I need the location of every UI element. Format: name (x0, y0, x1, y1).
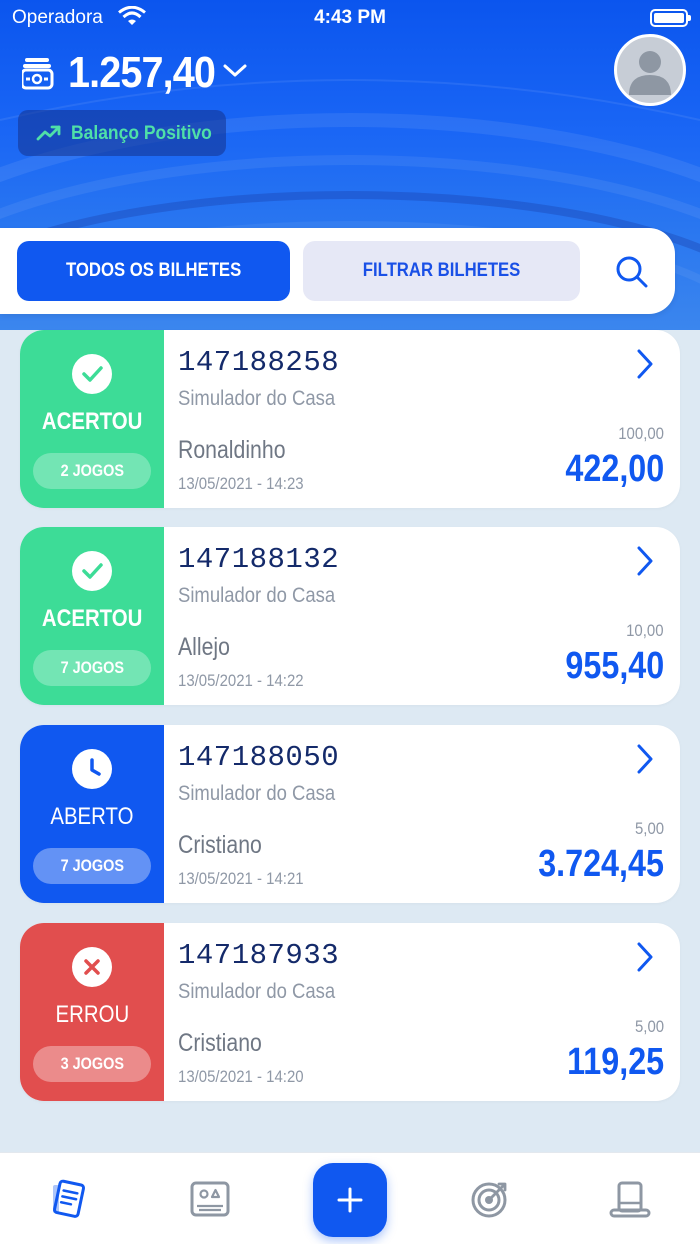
ticket-stake: 10,00 (626, 621, 664, 640)
ticket-id: 147188050 (178, 741, 340, 774)
check-icon (72, 354, 112, 394)
chevron-down-icon[interactable] (222, 62, 248, 80)
chevron-right-icon[interactable] (634, 348, 656, 380)
ticket-name: Cristiano (178, 831, 262, 859)
ticket-id: 147187933 (178, 939, 340, 972)
close-icon (72, 947, 112, 987)
ticket-date: 13/05/2021 - 14:20 (178, 1067, 304, 1086)
ticket-card[interactable]: ACERTOU 7 JOGOS 147188132 Simulador do C… (20, 527, 680, 705)
ticket-source: Simulador do Casa (178, 387, 336, 410)
ticket-status: ACERTOU (41, 408, 143, 435)
wallet-icon (22, 58, 54, 90)
chevron-right-icon[interactable] (634, 545, 656, 577)
games-count-badge: 3 JOGOS (33, 1046, 151, 1082)
ticket-source: Simulador do Casa (178, 584, 336, 607)
tickets-filter-bar: TODOS OS BILHETES FILTRAR BILHETES (0, 228, 675, 314)
ticket-return: 119,25 (566, 1041, 664, 1083)
add-icon (337, 1187, 363, 1213)
ticket-card[interactable]: ACERTOU 2 JOGOS 147188258 Simulador do C… (20, 330, 680, 508)
ticket-id: 147188132 (178, 543, 340, 576)
ticket-stake: 5,00 (634, 1017, 664, 1036)
target-icon[interactable] (468, 1177, 512, 1221)
tab-all-tickets[interactable]: TODOS OS BILHETES (17, 241, 290, 301)
clock-icon (72, 749, 112, 789)
ticket-return: 955,40 (565, 645, 664, 687)
ticket-card[interactable]: ERROU 3 JOGOS 147187933 Simulador do Cas… (20, 923, 680, 1101)
status-bar: Operadora 4:43 PM (0, 0, 700, 36)
avatar[interactable] (614, 34, 686, 106)
add-ticket-button[interactable] (313, 1163, 387, 1237)
game-card-icon[interactable] (188, 1177, 232, 1221)
ticket-status: ERROU (55, 1001, 129, 1028)
chevron-right-icon[interactable] (634, 941, 656, 973)
ticket-id: 147188258 (178, 346, 340, 379)
ticket-name: Ronaldinho (178, 436, 286, 464)
ticket-status-panel: ERROU 3 JOGOS (20, 923, 164, 1101)
tab-filter-tickets-label: FILTRAR BILHETES (362, 260, 521, 281)
ticket-return: 3.724,45 (538, 843, 664, 885)
battery-icon (650, 9, 691, 27)
trending-up-icon (36, 125, 61, 141)
ticket-source: Simulador do Casa (178, 782, 336, 805)
ticket-return: 422,00 (565, 448, 664, 490)
ticket-date: 13/05/2021 - 14:22 (178, 671, 304, 690)
ticket-status-panel: ABERTO 7 JOGOS (20, 725, 164, 903)
games-count-badge: 7 JOGOS (33, 650, 151, 686)
ticket-status: ABERTO (50, 803, 134, 830)
ticket-name: Allejo (178, 633, 230, 661)
check-icon (72, 551, 112, 591)
search-icon[interactable] (612, 252, 652, 292)
tab-all-tickets-label: TODOS OS BILHETES (65, 260, 242, 281)
ticket-name: Cristiano (178, 1029, 262, 1057)
balance-status-chip: Balanço Positivo (18, 110, 226, 156)
chevron-right-icon[interactable] (634, 743, 656, 775)
tab-filter-tickets[interactable]: FILTRAR BILHETES (303, 241, 580, 301)
balance-amount: 1.257,40 (68, 48, 216, 97)
ticket-status-panel: ACERTOU 7 JOGOS (20, 527, 164, 705)
ticket-stake: 100,00 (618, 424, 664, 443)
ticket-source: Simulador do Casa (178, 980, 336, 1003)
ticket-status-panel: ACERTOU 2 JOGOS (20, 330, 164, 508)
ticket-date: 13/05/2021 - 14:23 (178, 474, 304, 493)
games-count-badge: 7 JOGOS (33, 848, 151, 884)
balance-status-label: Balanço Positivo (71, 123, 212, 144)
top-hat-icon[interactable] (608, 1177, 652, 1221)
ticket-card[interactable]: ABERTO 7 JOGOS 147188050 Simulador do Ca… (20, 725, 680, 903)
ticket-stake: 5,00 (634, 819, 664, 838)
games-count-badge: 2 JOGOS (33, 453, 151, 489)
user-icon (629, 51, 671, 95)
ticket-date: 13/05/2021 - 14:21 (178, 869, 304, 888)
clock: 4:43 PM (314, 7, 386, 28)
tickets-icon[interactable] (48, 1177, 92, 1221)
ticket-status: ACERTOU (41, 605, 143, 632)
